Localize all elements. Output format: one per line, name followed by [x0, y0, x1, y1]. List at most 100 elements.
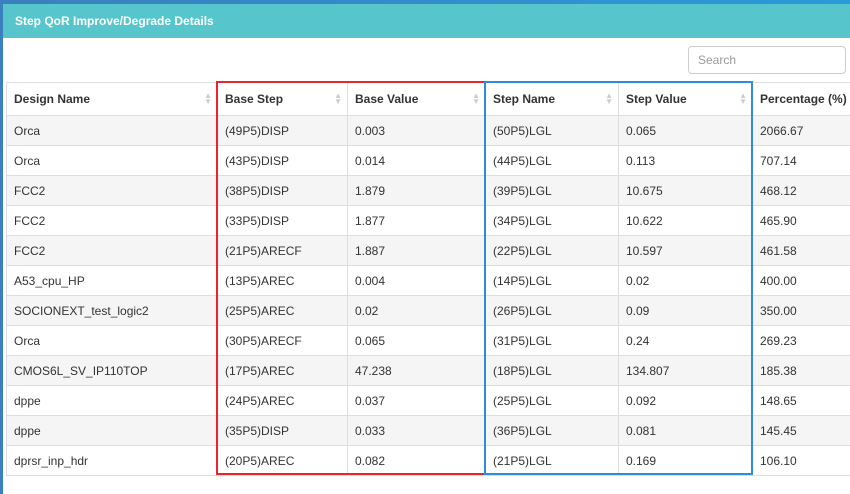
table-cell: (21P5)LGL	[486, 446, 619, 476]
column-header-label: Design Name	[14, 92, 90, 106]
table-cell: (38P5)DISP	[218, 176, 348, 206]
table-cell: Orca	[7, 146, 218, 176]
table-cell: 0.02	[348, 296, 486, 326]
table-cell: 10.675	[619, 176, 753, 206]
column-header-label: Step Name	[493, 92, 555, 106]
table-cell: 468.12	[753, 176, 850, 206]
table-cell: 350.00	[753, 296, 850, 326]
column-header-percentage[interactable]: Percentage (%)	[753, 83, 850, 116]
table-row[interactable]: dppe(24P5)AREC0.037(25P5)LGL0.092148.65	[7, 386, 850, 416]
table-cell: (49P5)DISP	[218, 116, 348, 146]
table-cell: (50P5)LGL	[486, 116, 619, 146]
table-cell: 465.90	[753, 206, 850, 236]
table-cell: 0.24	[619, 326, 753, 356]
table-cell: 1.877	[348, 206, 486, 236]
table-cell: CMOS6L_SV_IP110TOP	[7, 356, 218, 386]
table-cell: Orca	[7, 116, 218, 146]
table-cell: (13P5)AREC	[218, 266, 348, 296]
table-cell: 106.10	[753, 446, 850, 476]
table-cell: 1.887	[348, 236, 486, 266]
table-row[interactable]: FCC2(33P5)DISP1.877(34P5)LGL10.622465.90	[7, 206, 850, 236]
table-row[interactable]: FCC2(21P5)ARECF1.887(22P5)LGL10.597461.5…	[7, 236, 850, 266]
sort-icon[interactable]: ▲▼	[605, 93, 613, 105]
sort-icon[interactable]: ▲▼	[204, 93, 212, 105]
table-cell: (24P5)AREC	[218, 386, 348, 416]
table-cell: (22P5)LGL	[486, 236, 619, 266]
table-cell: FCC2	[7, 176, 218, 206]
table-cell: 400.00	[753, 266, 850, 296]
table-cell: A53_cpu_HP	[7, 266, 218, 296]
table-cell: 145.45	[753, 416, 850, 446]
table-row[interactable]: FCC2(38P5)DISP1.879(39P5)LGL10.675468.12	[7, 176, 850, 206]
table-cell: 0.113	[619, 146, 753, 176]
table-cell: 0.02	[619, 266, 753, 296]
table-cell: (30P5)ARECF	[218, 326, 348, 356]
table-cell: 0.082	[348, 446, 486, 476]
table-cell: 2066.67	[753, 116, 850, 146]
column-header-base-value[interactable]: Base Value ▲▼	[348, 83, 486, 116]
details-table: Design Name▲▼Base Step▲▼Base Value▲▼Step…	[6, 82, 850, 476]
table-cell: 0.065	[348, 326, 486, 356]
table-cell: 707.14	[753, 146, 850, 176]
table-cell: (44P5)LGL	[486, 146, 619, 176]
table-cell: 1.879	[348, 176, 486, 206]
table-cell: (33P5)DISP	[218, 206, 348, 236]
column-header-step-name[interactable]: Step Name ▲▼	[486, 83, 619, 116]
column-header-label: Base Step	[225, 92, 283, 106]
sort-icon[interactable]: ▲▼	[739, 93, 747, 105]
table-cell: 10.622	[619, 206, 753, 236]
search-input[interactable]	[688, 46, 846, 74]
table-cell: (43P5)DISP	[218, 146, 348, 176]
table-cell: FCC2	[7, 206, 218, 236]
table-cell: FCC2	[7, 236, 218, 266]
table-row[interactable]: Orca(49P5)DISP0.003(50P5)LGL0.0652066.67	[7, 116, 850, 146]
table-cell: 185.38	[753, 356, 850, 386]
table-cell: 0.169	[619, 446, 753, 476]
table-cell: dppe	[7, 386, 218, 416]
sort-icon[interactable]: ▲▼	[334, 93, 342, 105]
table-row[interactable]: dprsr_inp_hdr(20P5)AREC0.082(21P5)LGL0.1…	[7, 446, 850, 476]
table-cell: 269.23	[753, 326, 850, 356]
table-cell: dprsr_inp_hdr	[7, 446, 218, 476]
table-cell: (17P5)AREC	[218, 356, 348, 386]
table-cell: 148.65	[753, 386, 850, 416]
table-cell: (20P5)AREC	[218, 446, 348, 476]
column-header-base-step[interactable]: Base Step ▲▼	[218, 83, 348, 116]
column-header-label: Step Value	[626, 92, 687, 106]
table-cell: 134.807	[619, 356, 753, 386]
table-cell: 0.081	[619, 416, 753, 446]
table-row[interactable]: Orca(43P5)DISP0.014(44P5)LGL0.113707.14	[7, 146, 850, 176]
column-header-step-value[interactable]: Step Value ▲▼	[619, 83, 753, 116]
table-row[interactable]: dppe(35P5)DISP0.033(36P5)LGL0.081145.45	[7, 416, 850, 446]
table-cell: 0.09	[619, 296, 753, 326]
table-row[interactable]: CMOS6L_SV_IP110TOP(17P5)AREC47.238(18P5)…	[7, 356, 850, 386]
table-cell: Orca	[7, 326, 218, 356]
sort-icon[interactable]: ▲▼	[472, 93, 480, 105]
table-cell: 0.033	[348, 416, 486, 446]
column-header-design-name[interactable]: Design Name ▲▼	[7, 83, 218, 116]
table-cell: 0.003	[348, 116, 486, 146]
table-cell: SOCIONEXT_test_logic2	[7, 296, 218, 326]
table-cell: (14P5)LGL	[486, 266, 619, 296]
table-cell: (36P5)LGL	[486, 416, 619, 446]
table-cell: (25P5)LGL	[486, 386, 619, 416]
table-cell: (35P5)DISP	[218, 416, 348, 446]
table-row[interactable]: A53_cpu_HP(13P5)AREC0.004(14P5)LGL0.0240…	[7, 266, 850, 296]
table-cell: (21P5)ARECF	[218, 236, 348, 266]
details-panel: Step QoR Improve/Degrade Details Design …	[3, 4, 850, 494]
column-header-label: Base Value	[355, 92, 418, 106]
table-cell: 10.597	[619, 236, 753, 266]
table-cell: 0.037	[348, 386, 486, 416]
table-cell: (34P5)LGL	[486, 206, 619, 236]
column-header-label: Percentage (%)	[760, 92, 847, 106]
table-cell: 47.238	[348, 356, 486, 386]
table-row[interactable]: SOCIONEXT_test_logic2(25P5)AREC0.02(26P5…	[7, 296, 850, 326]
table-cell: (31P5)LGL	[486, 326, 619, 356]
table-row[interactable]: Orca(30P5)ARECF0.065(31P5)LGL0.24269.23	[7, 326, 850, 356]
table-cell: 461.58	[753, 236, 850, 266]
table-cell: (25P5)AREC	[218, 296, 348, 326]
panel-title: Step QoR Improve/Degrade Details	[3, 4, 850, 38]
table-cell: (26P5)LGL	[486, 296, 619, 326]
table-cell: dppe	[7, 416, 218, 446]
table-cell: 0.014	[348, 146, 486, 176]
